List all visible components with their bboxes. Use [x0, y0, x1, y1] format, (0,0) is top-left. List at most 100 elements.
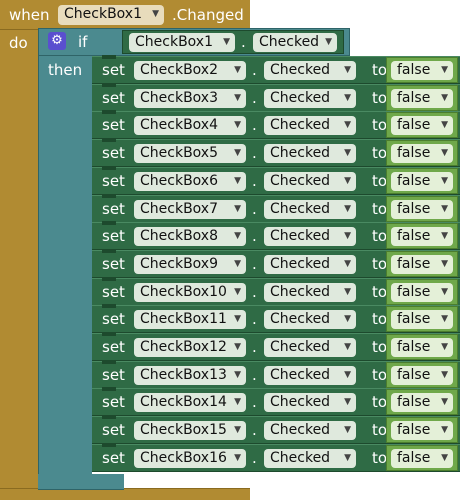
setter-component-dropdown[interactable]: CheckBox11 ▼ [134, 310, 246, 330]
false-value-block[interactable]: false ▼ [386, 417, 458, 444]
false-value-dropdown[interactable]: false ▼ [391, 338, 453, 357]
setter-component-dropdown[interactable]: CheckBox13 ▼ [134, 365, 246, 385]
to-keyword: to [372, 144, 388, 163]
setter-property-dropdown[interactable]: Checked ▼ [264, 310, 356, 330]
setter-component-dropdown[interactable]: CheckBox3 ▼ [134, 88, 246, 108]
setter-property-dropdown[interactable]: Checked ▼ [264, 421, 356, 441]
setter-property-dropdown[interactable]: Checked ▼ [264, 116, 356, 136]
false-value-block[interactable]: false ▼ [386, 84, 458, 111]
setter-block[interactable]: set CheckBox13 ▼ . Checked ▼ to false ▼ [92, 359, 460, 389]
setter-component-dropdown[interactable]: CheckBox14 ▼ [134, 393, 246, 413]
setter-component-dropdown[interactable]: CheckBox7 ▼ [134, 199, 246, 219]
gear-icon[interactable]: ⚙ [48, 32, 66, 50]
setter-block[interactable]: set CheckBox8 ▼ . Checked ▼ to false ▼ [92, 221, 460, 251]
setter-block[interactable]: set CheckBox16 ▼ . Checked ▼ to false ▼ [92, 442, 460, 472]
false-value-block[interactable]: false ▼ [386, 57, 458, 83]
setter-property-dropdown[interactable]: Checked ▼ [264, 61, 356, 80]
event-component-dropdown[interactable]: CheckBox1 ▼ [58, 5, 164, 25]
setter-property-dropdown[interactable]: Checked ▼ [264, 282, 356, 302]
false-value-block[interactable]: false ▼ [386, 140, 458, 167]
false-value-dropdown[interactable]: false ▼ [391, 393, 453, 413]
false-value-dropdown[interactable]: false ▼ [391, 116, 453, 136]
setter-block[interactable]: set CheckBox9 ▼ . Checked ▼ to false ▼ [92, 248, 460, 278]
false-value-block[interactable]: false ▼ [386, 278, 458, 305]
dropdown-arrow-icon: ▼ [441, 92, 448, 103]
condition-property-dropdown[interactable]: Checked ▼ [253, 33, 337, 52]
set-keyword: set [102, 227, 125, 246]
false-value-dropdown[interactable]: false ▼ [391, 365, 453, 385]
false-value-block[interactable]: false ▼ [386, 389, 458, 416]
setter-component-label: CheckBox5 [140, 145, 218, 162]
setter-block[interactable]: set CheckBox14 ▼ . Checked ▼ to false ▼ [92, 387, 460, 417]
setter-property-dropdown[interactable]: Checked ▼ [264, 199, 356, 219]
setter-component-label: CheckBox2 [140, 62, 218, 78]
setter-property-dropdown[interactable]: Checked ▼ [264, 144, 356, 164]
to-keyword: to [372, 199, 388, 218]
setter-block[interactable]: set CheckBox12 ▼ . Checked ▼ to false ▼ [92, 332, 460, 361]
setter-property-dropdown[interactable]: Checked ▼ [264, 393, 356, 413]
set-keyword: set [102, 61, 125, 79]
setter-component-dropdown[interactable]: CheckBox8 ▼ [134, 227, 246, 247]
setter-property-dropdown[interactable]: Checked ▼ [264, 338, 356, 357]
false-value-dropdown[interactable]: false ▼ [391, 448, 453, 468]
to-keyword: to [372, 254, 388, 273]
setter-component-dropdown[interactable]: CheckBox15 ▼ [134, 421, 246, 441]
setter-property-dropdown[interactable]: Checked ▼ [264, 88, 356, 108]
setter-block[interactable]: set CheckBox2 ▼ . Checked ▼ to false ▼ [92, 55, 460, 84]
setter-property-dropdown[interactable]: Checked ▼ [264, 171, 356, 191]
setter-property-label: Checked [270, 422, 331, 439]
to-keyword: to [372, 421, 388, 440]
false-value-block[interactable]: false ▼ [386, 223, 458, 250]
condition-getter-block[interactable]: CheckBox1 ▼ . Checked ▼ [122, 30, 344, 54]
setter-property-dropdown[interactable]: Checked ▼ [264, 227, 356, 247]
setter-component-dropdown[interactable]: CheckBox9 ▼ [134, 254, 246, 274]
false-value-dropdown[interactable]: false ▼ [391, 227, 453, 247]
false-value-dropdown[interactable]: false ▼ [391, 310, 453, 330]
setter-component-dropdown[interactable]: CheckBox5 ▼ [134, 144, 246, 164]
false-value-dropdown[interactable]: false ▼ [391, 199, 453, 219]
false-value-block[interactable]: false ▼ [386, 195, 458, 222]
setter-block[interactable]: set CheckBox3 ▼ . Checked ▼ to false ▼ [92, 82, 460, 112]
setter-block[interactable]: set CheckBox4 ▼ . Checked ▼ to false ▼ [92, 110, 460, 140]
dropdown-arrow-icon: ▼ [441, 369, 448, 380]
false-value-block[interactable]: false ▼ [386, 334, 458, 360]
setter-component-dropdown[interactable]: CheckBox6 ▼ [134, 171, 246, 191]
setter-component-label: CheckBox11 [140, 311, 227, 328]
setter-block[interactable]: set CheckBox10 ▼ . Checked ▼ to false ▼ [92, 276, 460, 306]
false-value-block[interactable]: false ▼ [386, 167, 458, 194]
condition-component-dropdown[interactable]: CheckBox1 ▼ [129, 33, 235, 52]
setter-block[interactable]: set CheckBox11 ▼ . Checked ▼ to false ▼ [92, 304, 460, 334]
dropdown-arrow-icon: ▼ [234, 65, 241, 75]
false-value-dropdown[interactable]: false ▼ [391, 88, 453, 108]
setter-component-dropdown[interactable]: CheckBox2 ▼ [134, 61, 246, 80]
false-value-dropdown[interactable]: false ▼ [391, 282, 453, 302]
false-value-dropdown[interactable]: false ▼ [391, 421, 453, 441]
set-keyword: set [102, 282, 125, 301]
false-value-block[interactable]: false ▼ [386, 250, 458, 277]
setter-block[interactable]: set CheckBox6 ▼ . Checked ▼ to false ▼ [92, 165, 460, 195]
dropdown-arrow-icon: ▼ [344, 175, 351, 186]
false-value-block[interactable]: false ▼ [386, 306, 458, 333]
setter-property-dropdown[interactable]: Checked ▼ [264, 365, 356, 385]
setter-block[interactable]: set CheckBox7 ▼ . Checked ▼ to false ▼ [92, 193, 460, 223]
false-value-block[interactable]: false ▼ [386, 112, 458, 139]
false-value-dropdown[interactable]: false ▼ [391, 61, 453, 80]
false-value-dropdown[interactable]: false ▼ [391, 171, 453, 191]
set-keyword: set [102, 338, 125, 356]
setter-block[interactable]: set CheckBox5 ▼ . Checked ▼ to false ▼ [92, 138, 460, 168]
setter-component-dropdown[interactable]: CheckBox12 ▼ [134, 338, 246, 357]
setter-property-dropdown[interactable]: Checked ▼ [264, 448, 356, 468]
setter-property-label: Checked [270, 200, 331, 217]
dropdown-arrow-icon: ▼ [234, 369, 241, 380]
setter-property-dropdown[interactable]: Checked ▼ [264, 254, 356, 274]
setter-component-dropdown[interactable]: CheckBox16 ▼ [134, 448, 246, 468]
false-value-block[interactable]: false ▼ [386, 444, 458, 471]
event-name-label: .Changed [172, 6, 244, 24]
false-value-block[interactable]: false ▼ [386, 361, 458, 388]
dropdown-arrow-icon: ▼ [152, 9, 159, 19]
setter-component-dropdown[interactable]: CheckBox10 ▼ [134, 282, 246, 302]
setter-component-dropdown[interactable]: CheckBox4 ▼ [134, 116, 246, 136]
false-value-dropdown[interactable]: false ▼ [391, 254, 453, 274]
false-value-dropdown[interactable]: false ▼ [391, 144, 453, 164]
setter-block[interactable]: set CheckBox15 ▼ . Checked ▼ to false ▼ [92, 415, 460, 445]
